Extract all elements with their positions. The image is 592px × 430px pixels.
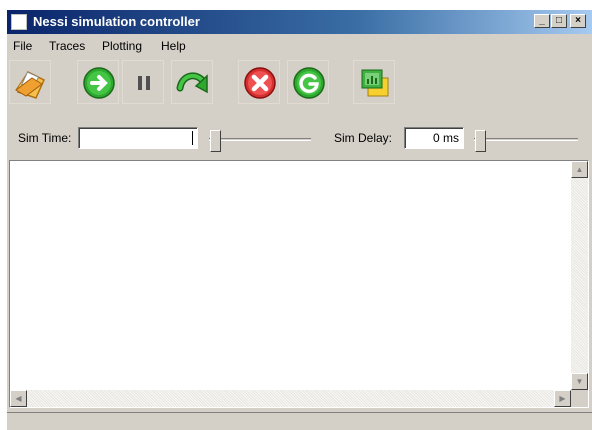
scroll-left-button[interactable]: ◀ <box>10 390 27 407</box>
title-bar[interactable]: Nessi simulation controller _ □ × <box>7 10 592 34</box>
menu-file[interactable]: File <box>13 39 32 53</box>
sim-time-input[interactable] <box>78 127 198 149</box>
stop-icon <box>244 67 276 99</box>
sim-delay-label: Sim Delay: <box>334 131 393 145</box>
app-icon <box>11 14 27 30</box>
run-icon <box>83 67 115 99</box>
menu-help[interactable]: Help <box>161 39 186 53</box>
close-button[interactable]: × <box>570 14 586 28</box>
run-button[interactable] <box>77 60 119 104</box>
sim-delay-slider-track[interactable] <box>474 138 578 141</box>
vertical-scrollbar[interactable]: ▲ ▼ <box>571 161 588 390</box>
toolbar <box>7 58 592 118</box>
scroll-down-button[interactable]: ▼ <box>571 373 588 390</box>
plot-button[interactable] <box>353 60 395 104</box>
sim-time-label: Sim Time: <box>18 131 72 145</box>
reset-button[interactable] <box>287 60 329 104</box>
menu-traces[interactable]: Traces <box>49 39 85 53</box>
window-title: Nessi simulation controller <box>33 14 200 29</box>
scroll-up-button[interactable]: ▲ <box>571 161 588 178</box>
scroll-right-button[interactable]: ▶ <box>554 390 571 407</box>
maximize-button[interactable]: □ <box>551 14 567 28</box>
sim-delay-slider-thumb[interactable] <box>475 130 486 152</box>
menu-bar: File Traces Plotting Help <box>7 36 592 56</box>
step-button[interactable] <box>171 60 213 104</box>
open-button[interactable] <box>9 60 51 104</box>
step-icon <box>176 72 208 94</box>
plot-icon <box>361 69 389 97</box>
scroll-corner <box>571 390 588 407</box>
sim-delay-input[interactable]: 0 ms <box>404 127 464 149</box>
status-bar <box>7 412 592 430</box>
horizontal-scrollbar[interactable]: ◀ ▶ <box>10 390 571 407</box>
sim-time-slider-thumb[interactable] <box>210 130 221 152</box>
main-window: Nessi simulation controller _ □ × File T… <box>7 10 592 430</box>
open-folder-icon <box>15 70 45 99</box>
pause-button[interactable] <box>122 60 164 104</box>
text-caret <box>192 131 193 145</box>
simulation-controls: Sim Time: Sim Delay: 0 ms <box>7 122 592 152</box>
stop-button[interactable] <box>238 60 280 104</box>
minimize-button[interactable]: _ <box>534 14 550 28</box>
reset-icon <box>293 67 325 99</box>
menu-plotting[interactable]: Plotting <box>102 39 142 53</box>
output-text-area[interactable]: ▲ ▼ ◀ ▶ <box>9 160 589 408</box>
sim-time-slider-track[interactable] <box>209 138 311 141</box>
pause-icon <box>138 76 150 90</box>
